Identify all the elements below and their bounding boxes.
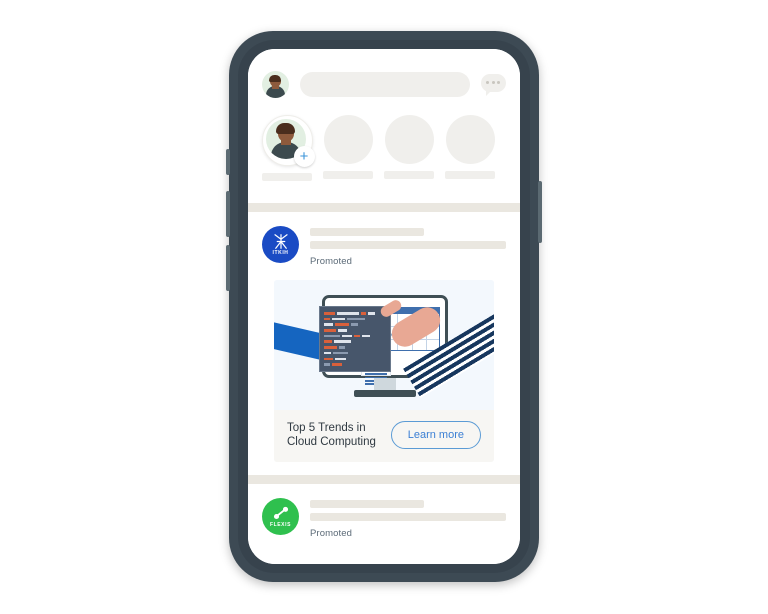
code-editor-window bbox=[319, 306, 391, 372]
phone-side-button-volume-up[interactable] bbox=[226, 191, 230, 237]
itkih-mark-icon bbox=[273, 233, 288, 249]
story-avatar-placeholder bbox=[323, 115, 373, 164]
post-title-placeholder bbox=[310, 228, 424, 236]
app-header bbox=[248, 49, 520, 98]
phone-side-button-volume-down[interactable] bbox=[226, 245, 230, 291]
brand-logo-flexis[interactable]: FLEXIS bbox=[262, 498, 299, 535]
message-bubble-tail bbox=[486, 88, 493, 96]
message-bubble-icon[interactable] bbox=[481, 73, 506, 96]
feed-section-divider bbox=[248, 203, 520, 212]
phone-side-button-power[interactable] bbox=[538, 181, 542, 243]
post-title-placeholder bbox=[310, 500, 424, 508]
brand-logo-wordmark: FLEXIS bbox=[269, 521, 292, 528]
stories-row: + bbox=[248, 98, 520, 181]
spacer bbox=[248, 181, 520, 203]
learn-more-button[interactable]: Learn more bbox=[390, 421, 481, 449]
story-label-placeholder bbox=[384, 171, 434, 179]
story-label-placeholder bbox=[445, 171, 495, 179]
add-story-icon[interactable]: + bbox=[293, 146, 315, 167]
spacer bbox=[262, 462, 506, 475]
message-bubble-dots bbox=[486, 81, 500, 84]
story-item-4[interactable] bbox=[445, 115, 495, 181]
phone-side-button-silent[interactable] bbox=[226, 149, 230, 175]
monitor-base bbox=[354, 390, 416, 397]
post-header: FLEXIS Promoted bbox=[262, 498, 506, 539]
post-meta: Promoted bbox=[310, 498, 506, 539]
story-item-2[interactable] bbox=[323, 115, 373, 181]
phone-device-frame: + ITKIH Promoted Top 5 Trends in Cloud C… bbox=[226, 31, 542, 582]
feed-post-itkih: ITKIH Promoted Top 5 Trends in Cloud Com… bbox=[248, 212, 520, 475]
flexis-dumbbell-icon bbox=[273, 506, 288, 519]
promoted-label: Promoted bbox=[310, 256, 352, 267]
brand-logo-itkih[interactable]: ITKIH bbox=[262, 226, 299, 263]
story-item-3[interactable] bbox=[384, 115, 434, 181]
post-subtitle-placeholder bbox=[310, 513, 506, 521]
post-header: ITKIH Promoted bbox=[262, 226, 506, 267]
post-meta: Promoted bbox=[310, 226, 506, 267]
avatar[interactable] bbox=[262, 71, 289, 98]
ad-illustration bbox=[274, 280, 494, 410]
story-label-placeholder bbox=[323, 171, 373, 179]
ad-headline: Top 5 Trends in Cloud Computing bbox=[287, 422, 376, 448]
ad-caption-bar: Top 5 Trends in Cloud Computing Learn mo… bbox=[274, 410, 494, 462]
feed-post-flexis: FLEXIS Promoted bbox=[248, 484, 520, 539]
avatar-hair bbox=[269, 74, 281, 82]
promoted-label: Promoted bbox=[310, 528, 352, 539]
story-avatar-placeholder bbox=[384, 115, 434, 164]
ad-creative-card[interactable]: Top 5 Trends in Cloud Computing Learn mo… bbox=[274, 280, 494, 462]
story-item-my-story[interactable]: + bbox=[261, 115, 315, 181]
brand-logo-wordmark: ITKIH bbox=[272, 249, 289, 256]
search-input[interactable] bbox=[300, 72, 470, 97]
story-avatar-ring: + bbox=[261, 115, 315, 167]
post-subtitle-placeholder bbox=[310, 241, 506, 249]
add-story-plus-glyph: + bbox=[299, 147, 309, 165]
story-label-placeholder bbox=[262, 173, 312, 181]
feed-section-divider bbox=[248, 475, 520, 484]
phone-screen: + ITKIH Promoted Top 5 Trends in Cloud C… bbox=[248, 49, 520, 564]
social-feed-app: + ITKIH Promoted Top 5 Trends in Cloud C… bbox=[248, 49, 520, 564]
story-avatar-placeholder bbox=[445, 115, 495, 164]
